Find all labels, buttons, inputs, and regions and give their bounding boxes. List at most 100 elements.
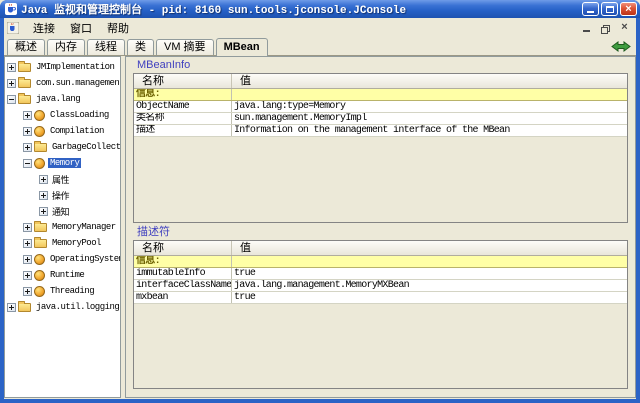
tree-item[interactable]: Compilation bbox=[5, 123, 120, 139]
internal-frame-controls: × bbox=[580, 21, 636, 34]
tree-expander-icon[interactable] bbox=[7, 62, 16, 72]
tree-expander-icon[interactable] bbox=[23, 126, 32, 136]
cell-name: mxbean bbox=[134, 291, 232, 303]
app-body: 连接 窗口 帮助 × 概述 内存 线程类 VM 摘要 MBean JMImplementat… bbox=[4, 18, 636, 399]
tree-node-icon bbox=[34, 125, 45, 137]
tree-item[interactable]: Memory bbox=[5, 155, 120, 171]
jconsole-window: Java 监视和管理控制台 - pid: 8160 sun.tools.jcon… bbox=[0, 0, 640, 403]
connection-frame-icon[interactable] bbox=[7, 21, 19, 34]
title-bar[interactable]: Java 监视和管理控制台 - pid: 8160 sun.tools.jcon… bbox=[0, 0, 640, 18]
tree-item[interactable]: 属性 bbox=[5, 171, 120, 187]
tree-item-label: Runtime bbox=[50, 270, 85, 280]
cell-name: interfaceClassName bbox=[136, 279, 232, 291]
column-header-value[interactable]: 值 bbox=[232, 241, 627, 255]
table-row[interactable]: 信息: bbox=[134, 255, 627, 268]
tree-item[interactable]: MemoryManager bbox=[5, 219, 120, 235]
tree-node-icon bbox=[34, 157, 45, 169]
tab[interactable]: 内存 bbox=[47, 39, 85, 55]
tree-item[interactable]: JMImplementation bbox=[5, 59, 120, 75]
tree-node-icon bbox=[34, 109, 45, 121]
descriptor-title: 描述符 bbox=[137, 225, 170, 238]
tab[interactable]: 概述 bbox=[7, 39, 45, 55]
frame-restore-button[interactable] bbox=[599, 21, 612, 34]
table-row[interactable]: 描述 Information on the management interfa… bbox=[134, 125, 627, 137]
tree-item[interactable]: OperatingSystem bbox=[5, 251, 120, 267]
menu-item[interactable]: 窗口 bbox=[64, 18, 98, 38]
tree-expander-icon[interactable] bbox=[23, 110, 32, 120]
tree-item-label: 操作 bbox=[52, 191, 70, 202]
table-row[interactable]: 类名称 sun.management.MemoryImpl bbox=[134, 113, 627, 125]
column-header-name[interactable]: 名称 bbox=[134, 240, 232, 255]
tree-item[interactable]: Runtime bbox=[5, 267, 120, 283]
tab[interactable]: VM 摘要 bbox=[156, 39, 214, 55]
connected-status-icon bbox=[611, 40, 631, 53]
tree-expander-icon[interactable] bbox=[7, 302, 16, 312]
tree-item-label: ClassLoading bbox=[50, 110, 109, 120]
maximize-button[interactable] bbox=[601, 2, 618, 16]
tree-item-label: com.sun.management bbox=[36, 78, 121, 88]
tree-expander-icon[interactable] bbox=[23, 158, 32, 168]
tree-item-label: Compilation bbox=[50, 126, 104, 136]
tree-item[interactable]: MemoryPool bbox=[5, 235, 120, 251]
tree-node-icon bbox=[34, 285, 45, 297]
tree-expander-icon[interactable] bbox=[39, 206, 48, 216]
frame-minimize-button[interactable] bbox=[580, 21, 593, 34]
minimize-button[interactable] bbox=[582, 2, 599, 16]
tree-item[interactable]: java.util.logging bbox=[5, 299, 120, 315]
menu-item[interactable]: 帮助 bbox=[101, 18, 135, 38]
tree-item[interactable]: Threading bbox=[5, 283, 120, 299]
close-icon: × bbox=[621, 21, 628, 33]
cell-value: sun.management.MemoryImpl bbox=[234, 113, 367, 124]
tree-item-label: java.util.logging bbox=[36, 302, 120, 312]
column-header-value[interactable]: 值 bbox=[232, 74, 627, 88]
tree-expander-icon[interactable] bbox=[23, 222, 32, 232]
tree-item[interactable]: 操作 bbox=[5, 187, 120, 203]
tree-item-label: MemoryManager bbox=[52, 222, 116, 232]
tree-item-label: GarbageCollector bbox=[52, 142, 121, 152]
tree-expander-icon[interactable] bbox=[7, 78, 16, 88]
cell-value: Information on the management interface … bbox=[234, 125, 510, 136]
window-title: Java 监视和管理控制台 - pid: 8160 sun.tools.jcon… bbox=[21, 5, 407, 17]
table-header: 名称 值 bbox=[134, 74, 627, 89]
column-header-name[interactable]: 名称 bbox=[134, 74, 232, 88]
menu-bar: 连接 窗口 帮助 × bbox=[4, 18, 636, 37]
minimize-icon bbox=[583, 30, 590, 32]
close-button[interactable]: × bbox=[620, 2, 637, 16]
tab[interactable]: 线程 bbox=[87, 39, 125, 55]
tree-item[interactable]: ClassLoading bbox=[5, 107, 120, 123]
menu-item[interactable]: 连接 bbox=[27, 18, 61, 38]
cell-value: java.lang:type=Memory bbox=[234, 101, 346, 112]
app-icon bbox=[5, 3, 17, 15]
tab[interactable]: 类 bbox=[127, 39, 154, 55]
tree-expander-icon[interactable] bbox=[39, 190, 48, 200]
tree-expander-icon[interactable] bbox=[39, 174, 48, 184]
tree-item-label: JMImplementation bbox=[36, 62, 115, 72]
frame-close-button[interactable]: × bbox=[618, 21, 631, 34]
table-row[interactable]: interfaceClassName java.lang.management.… bbox=[134, 279, 627, 292]
table-row[interactable]: 信息: bbox=[134, 89, 627, 101]
tree-expander-icon[interactable] bbox=[23, 238, 32, 248]
table-row[interactable]: immutableInfo true bbox=[134, 267, 627, 280]
mbean-detail-panel: MBeanInfo 名称 值 信息: ObjectName java.lang:… bbox=[125, 56, 636, 398]
restore-icon bbox=[601, 25, 610, 34]
tree-item[interactable]: GarbageCollector bbox=[5, 139, 120, 155]
tree-item[interactable]: java.lang bbox=[5, 91, 120, 107]
tree-item[interactable]: 通知 bbox=[5, 203, 120, 219]
cell-value: true bbox=[234, 291, 256, 303]
tab[interactable]: MBean bbox=[215, 38, 268, 56]
tree-expander-icon[interactable] bbox=[7, 94, 16, 104]
tree-expander-icon[interactable] bbox=[23, 270, 32, 280]
tree-node-icon bbox=[18, 93, 31, 104]
tree-expander-icon[interactable] bbox=[23, 286, 32, 296]
tree-expander-icon[interactable] bbox=[23, 142, 32, 152]
tree-expander-icon[interactable] bbox=[23, 254, 32, 264]
tree-item[interactable]: com.sun.management bbox=[5, 75, 120, 91]
table-row[interactable]: ObjectName java.lang:type=Memory bbox=[134, 101, 627, 113]
maximize-icon bbox=[605, 5, 614, 13]
tree-node-icon bbox=[34, 237, 47, 248]
cell-value bbox=[232, 89, 627, 100]
table-row[interactable]: mxbean true bbox=[134, 291, 627, 304]
tree-item-label: 属性 bbox=[52, 175, 70, 186]
tree-item-label: OperatingSystem bbox=[50, 254, 121, 264]
cell-name: 信息: bbox=[134, 255, 232, 267]
